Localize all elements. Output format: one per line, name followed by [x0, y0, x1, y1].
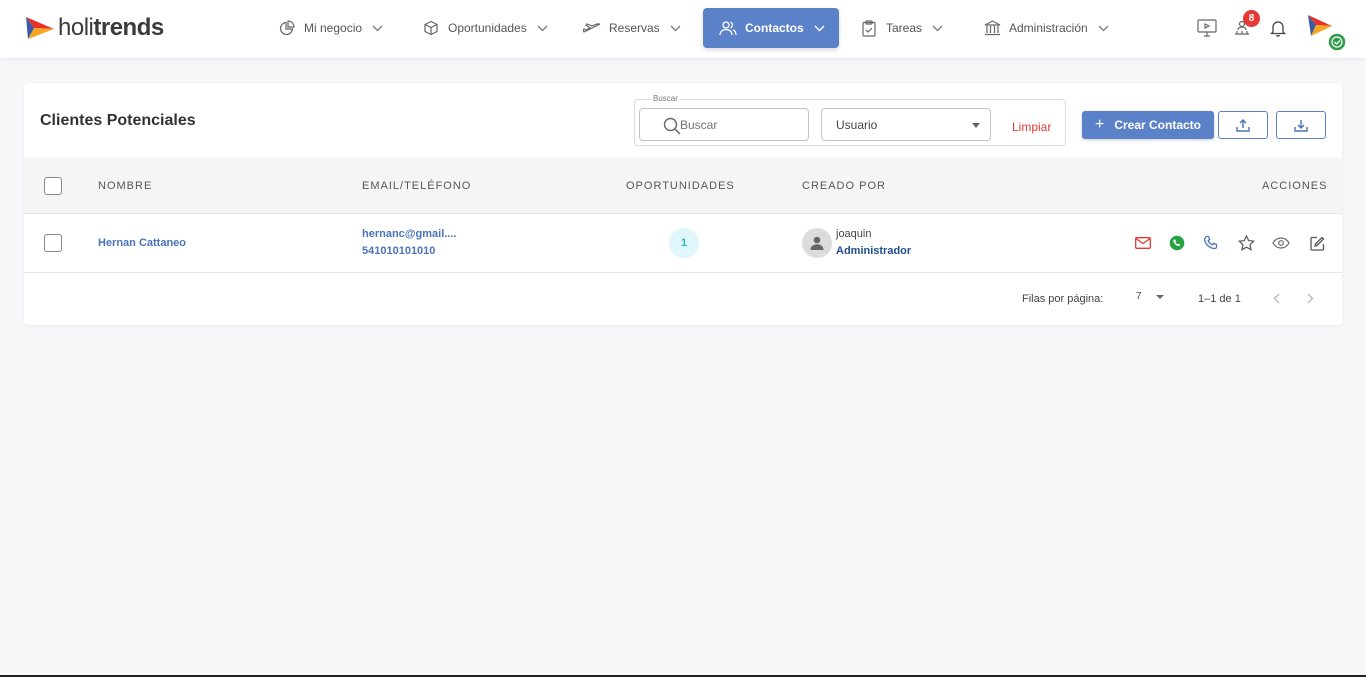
select-all-checkbox[interactable]	[44, 177, 62, 195]
column-header-name[interactable]: NOMBRE	[98, 180, 152, 192]
download-button[interactable]	[1276, 111, 1326, 139]
user-select-value: Usuario	[836, 117, 878, 132]
whatsapp-action-icon[interactable]	[1168, 234, 1186, 252]
notification-count-badge: 8	[1243, 10, 1260, 27]
search-legend: Buscar	[651, 94, 680, 103]
brand-avatar-icon	[1308, 15, 1347, 52]
creator-avatar	[802, 228, 832, 258]
contact-name-link[interactable]: Hernan Cattaneo	[98, 237, 186, 249]
creator-name: joaquin	[836, 228, 872, 240]
opportunities-count-badge[interactable]: 1	[669, 228, 699, 258]
filter-box: Buscar Usuario Limpiar	[634, 94, 1066, 146]
nav-label: Reservas	[609, 21, 660, 35]
contact-email[interactable]: hernanc@gmail....	[362, 228, 456, 240]
caret-down-icon	[972, 123, 980, 128]
users-icon	[719, 19, 737, 37]
clipboard-icon	[860, 19, 878, 37]
chevron-right-icon	[1307, 293, 1313, 303]
rows-per-page-label: Filas por página:	[1022, 293, 1104, 305]
upload-button[interactable]	[1218, 111, 1268, 139]
logo-text-bold: trends	[93, 14, 164, 41]
chevron-down-icon	[670, 22, 682, 34]
chevron-down-icon	[814, 22, 825, 34]
phone-action-icon[interactable]	[1202, 234, 1220, 252]
column-header-actions: ACCIONES	[1262, 180, 1328, 192]
upload-icon	[1236, 119, 1250, 132]
rows-per-page-select[interactable]: 7	[1136, 291, 1164, 302]
chevron-down-icon	[537, 22, 549, 34]
logo-text-light: holi	[58, 14, 94, 41]
nav-administracion[interactable]: Administración	[983, 8, 1110, 48]
create-contact-label: Crear Contacto	[1114, 118, 1202, 132]
nav-tareas[interactable]: Tareas	[860, 8, 944, 48]
chevron-down-icon	[1098, 22, 1110, 34]
nav-label: Administración	[1009, 21, 1088, 35]
nav-contactos[interactable]: Contactos	[703, 8, 839, 48]
plus-icon: +	[1094, 116, 1105, 133]
column-header-created-by[interactable]: CREADO POR	[802, 180, 886, 192]
download-icon	[1294, 120, 1308, 132]
table-row: Hernan Cattaneo hernanc@gmail.... 541010…	[24, 214, 1342, 273]
holitrends-logo[interactable]: holitrends	[24, 13, 164, 43]
star-action-icon[interactable]	[1237, 234, 1255, 252]
previous-page-button[interactable]	[1268, 290, 1284, 306]
person-icon	[810, 236, 824, 250]
creator-role: Administrador	[836, 245, 912, 257]
nav-label: Mi negocio	[304, 21, 363, 35]
logo-text: holitrends	[58, 14, 164, 42]
cube-icon	[422, 19, 440, 37]
chevron-down-icon	[372, 22, 384, 34]
caret-down-icon	[1155, 294, 1164, 299]
chevron-left-icon	[1273, 293, 1279, 303]
edit-action-icon[interactable]	[1308, 234, 1326, 252]
nav-reservas[interactable]: Reservas	[583, 8, 682, 48]
create-contact-button[interactable]: + Crear Contacto	[1082, 111, 1214, 139]
nav-mi-negocio[interactable]: Mi negocio	[278, 8, 384, 48]
pie-chart-icon	[278, 19, 296, 37]
search-icon	[663, 117, 681, 135]
email-action-icon[interactable]	[1134, 234, 1152, 252]
pagination-range: 1–1 de 1	[1198, 293, 1241, 305]
table-header: NOMBRE EMAIL/TELÉFONO OPORTUNIDADES CREA…	[24, 158, 1342, 214]
search-field[interactable]	[639, 108, 809, 141]
clear-filters-button[interactable]: Limpiar	[1012, 120, 1051, 134]
screen-share-icon[interactable]	[1196, 17, 1218, 39]
contact-phone[interactable]: 541010101010	[362, 245, 435, 257]
chevron-down-icon	[932, 22, 944, 34]
column-header-opportunities[interactable]: OPORTUNIDADES	[626, 180, 735, 192]
rows-per-page-value: 7	[1136, 291, 1142, 302]
nav-label: Contactos	[745, 21, 804, 35]
bank-icon	[983, 19, 1001, 37]
column-header-email-phone[interactable]: EMAIL/TELÉFONO	[362, 180, 471, 192]
user-avatar-menu[interactable]	[1306, 12, 1348, 52]
plane-icon	[583, 19, 601, 37]
nav-label: Tareas	[886, 21, 923, 35]
nav-oportunidades[interactable]: Oportunidades	[422, 8, 549, 48]
logo-mark-icon	[26, 17, 54, 39]
page-title: Clientes Potenciales	[40, 112, 196, 129]
user-select[interactable]: Usuario	[821, 108, 991, 141]
top-navigation-bar: holitrends Mi negocio Oportunidades Rese…	[0, 0, 1366, 58]
nav-label: Oportunidades	[448, 21, 527, 35]
view-action-icon[interactable]	[1272, 234, 1290, 252]
row-checkbox[interactable]	[44, 234, 62, 252]
next-page-button[interactable]	[1302, 290, 1318, 306]
contacts-card: Clientes Potenciales Buscar Usuario Limp…	[24, 83, 1342, 325]
search-input[interactable]	[680, 117, 800, 132]
bell-icon[interactable]	[1267, 17, 1289, 39]
